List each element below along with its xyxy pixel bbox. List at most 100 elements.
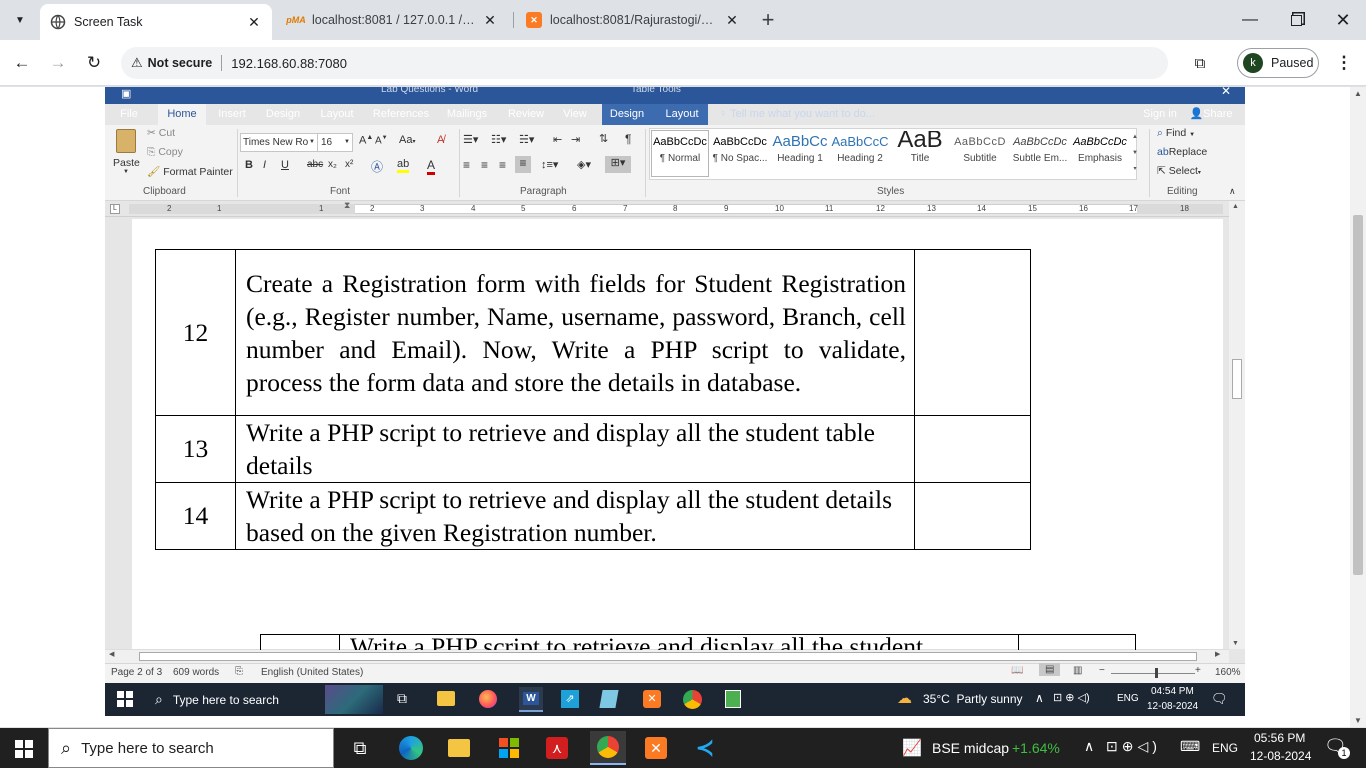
question-text[interactable]: Create a Registration form with fields f… <box>235 249 915 416</box>
scroll-thumb[interactable] <box>1232 359 1242 399</box>
security-label[interactable]: Not secure <box>148 56 213 70</box>
align-center-button[interactable]: ≡ <box>481 158 488 172</box>
file-explorer-icon[interactable] <box>437 691 455 706</box>
clear-formatting-icon[interactable]: A̸ <box>437 134 444 146</box>
xampp-icon[interactable]: ✕ <box>643 690 661 708</box>
empty-cell[interactable] <box>914 415 1031 483</box>
question-text[interactable]: Write a PHP script to retrieve and displ… <box>235 482 915 550</box>
close-tab-icon[interactable]: ✕ <box>246 14 262 31</box>
ribbon-tab-table-design[interactable]: Design <box>607 104 647 125</box>
replace-button[interactable]: abReplace <box>1157 146 1207 158</box>
remote-date[interactable]: 12-08-2024 <box>1147 701 1198 712</box>
style-subtitle[interactable]: AaBbCcD Subtitle <box>951 131 1009 171</box>
ribbon-tab-insert[interactable]: Insert <box>213 104 251 125</box>
ribbon-tab-mailings[interactable]: Mailings <box>443 104 491 125</box>
font-size-box[interactable]: 16 ▼ <box>317 133 353 152</box>
empty-cell[interactable] <box>914 249 1031 416</box>
collapse-ribbon-button[interactable]: ∧ <box>1229 186 1236 197</box>
cut-button[interactable]: ✂ Cut <box>147 127 175 139</box>
style-no-spacing[interactable]: AaBbCcDc ¶ No Spac... <box>711 131 769 171</box>
scroll-down-arrow[interactable]: ▼ <box>1354 716 1362 725</box>
line-spacing-button[interactable]: ↕≡▾ <box>541 158 558 171</box>
bold-button[interactable]: B <box>245 159 253 171</box>
edge-icon[interactable] <box>396 734 426 762</box>
ribbon-tab-file[interactable]: File <box>113 104 145 125</box>
superscript-button[interactable]: x² <box>345 159 353 170</box>
indent-marker[interactable]: ⧗ <box>344 200 350 211</box>
sort-button[interactable]: ⇅ <box>599 132 608 145</box>
zoom-thumb[interactable] <box>1155 668 1158 678</box>
stock-change[interactable]: +1.64% <box>1012 740 1060 756</box>
zoom-out-icon[interactable]: − <box>1099 665 1105 676</box>
page-count[interactable]: Page 2 of 3 <box>111 667 162 678</box>
copy-button[interactable]: ⎘ Copy <box>147 146 183 159</box>
restore-button[interactable] <box>1282 6 1310 34</box>
style-emphasis[interactable]: AaBbCcDc Emphasis <box>1071 131 1129 171</box>
vscode-icon[interactable]: ≺ <box>690 734 720 762</box>
file-explorer-icon[interactable] <box>444 734 474 762</box>
chrome-icon[interactable] <box>590 731 626 765</box>
decrease-indent-button[interactable]: ⇤ <box>553 133 562 146</box>
word-count[interactable]: 609 words <box>173 667 219 678</box>
ribbon-tab-design[interactable]: Design <box>263 104 303 125</box>
windows-start-icon[interactable] <box>117 691 133 707</box>
find-button[interactable]: ⌕ Find ▼ <box>1157 127 1195 140</box>
close-window-button[interactable]: ✕ <box>1329 6 1357 34</box>
share-button[interactable]: 👤Share <box>1187 104 1235 125</box>
scroll-down-arrow[interactable]: ▼ <box>1232 640 1239 647</box>
ribbon-tab-home[interactable]: Home <box>158 104 206 125</box>
borders-button[interactable]: ⊞▾ <box>605 156 631 173</box>
remote-lang[interactable]: ENG <box>1117 693 1139 704</box>
weather-text[interactable]: 35°C Partly sunny <box>923 692 1023 706</box>
sign-in-link[interactable]: Sign in <box>1141 104 1179 125</box>
font-name-box[interactable]: Times New Ro ▼ <box>240 133 318 152</box>
tray-icons[interactable]: ⊡⊕◁) <box>1106 738 1161 755</box>
highlight-button[interactable]: ab <box>397 158 410 173</box>
read-mode-icon[interactable]: 📖 <box>1011 665 1023 676</box>
ribbon-tab-table-layout[interactable]: Layout <box>661 104 703 125</box>
save-icon[interactable]: ▣ <box>121 87 131 100</box>
task-view-icon[interactable]: ⧉ <box>397 690 407 707</box>
close-tab-icon[interactable]: ✕ <box>482 12 498 29</box>
print-layout-icon[interactable]: ▤ <box>1039 663 1061 676</box>
shading-button[interactable]: ◈▾ <box>577 158 591 171</box>
firefox-icon[interactable] <box>479 690 497 708</box>
taskbar-lang[interactable]: ENG <box>1212 741 1238 755</box>
address-bar[interactable]: ⚠ Not secure 192.168.60.88:7080 <box>121 47 1168 79</box>
style-heading-1[interactable]: AaBbCc Heading 1 <box>771 131 829 171</box>
text-effects-button[interactable]: Ⓐ <box>371 158 383 175</box>
remote-desktop-icon[interactable]: ⇗ <box>561 690 579 708</box>
scroll-thumb[interactable] <box>1353 215 1363 575</box>
scroll-up-arrow[interactable]: ▲ <box>1232 203 1239 210</box>
show-marks-button[interactable]: ¶ <box>625 132 631 146</box>
align-left-button[interactable]: ≡ <box>463 158 470 172</box>
back-button[interactable]: ← <box>8 49 36 77</box>
tab-search-button[interactable]: ▼ <box>8 8 32 32</box>
numbering-button[interactable]: ☷▾ <box>491 133 506 146</box>
shrink-font-button[interactable]: A▼ <box>375 135 388 146</box>
profile-button[interactable]: k Paused <box>1237 48 1319 78</box>
keyboard-icon[interactable]: ⌨ <box>1180 738 1200 755</box>
language[interactable]: English (United States) <box>261 667 363 678</box>
chrome-icon[interactable] <box>683 690 702 709</box>
style-normal[interactable]: AaBbCcDc ¶ Normal <box>651 130 709 177</box>
change-case-button[interactable]: Aa▾ <box>399 134 415 146</box>
ribbon-tab-references[interactable]: References <box>371 104 431 125</box>
taskbar-search-box[interactable]: ⌕ Type here to search <box>48 728 334 768</box>
sheet-icon[interactable] <box>725 690 741 708</box>
notepad-icon[interactable] <box>599 690 619 708</box>
format-painter-button[interactable]: 🖌 Format Painter <box>147 165 233 178</box>
style-title[interactable]: AaB Title <box>891 131 949 171</box>
taskbar-date[interactable]: 12-08-2024 <box>1250 749 1311 763</box>
scroll-right-arrow[interactable]: ▶ <box>1215 650 1220 658</box>
browser-tab-phpmyadmin[interactable]: pMA localhost:8081 / 127.0.0.1 / stud ✕ <box>278 4 508 36</box>
proofing-icon[interactable]: ⎘ <box>235 666 243 677</box>
bullets-button[interactable]: ☰▾ <box>463 133 478 146</box>
page-scrollbar[interactable]: ▲ ▼ <box>1350 87 1366 727</box>
reload-button[interactable]: ↻ <box>80 49 108 77</box>
align-right-button[interactable]: ≡ <box>499 158 506 172</box>
style-heading-2[interactable]: AaBbCcC Heading 2 <box>831 131 889 171</box>
store-icon[interactable] <box>494 734 524 762</box>
notification-icon[interactable]: 🗨 <box>1211 691 1228 707</box>
tell-me-box[interactable]: ♀ Tell me what you want to do... <box>719 104 889 125</box>
